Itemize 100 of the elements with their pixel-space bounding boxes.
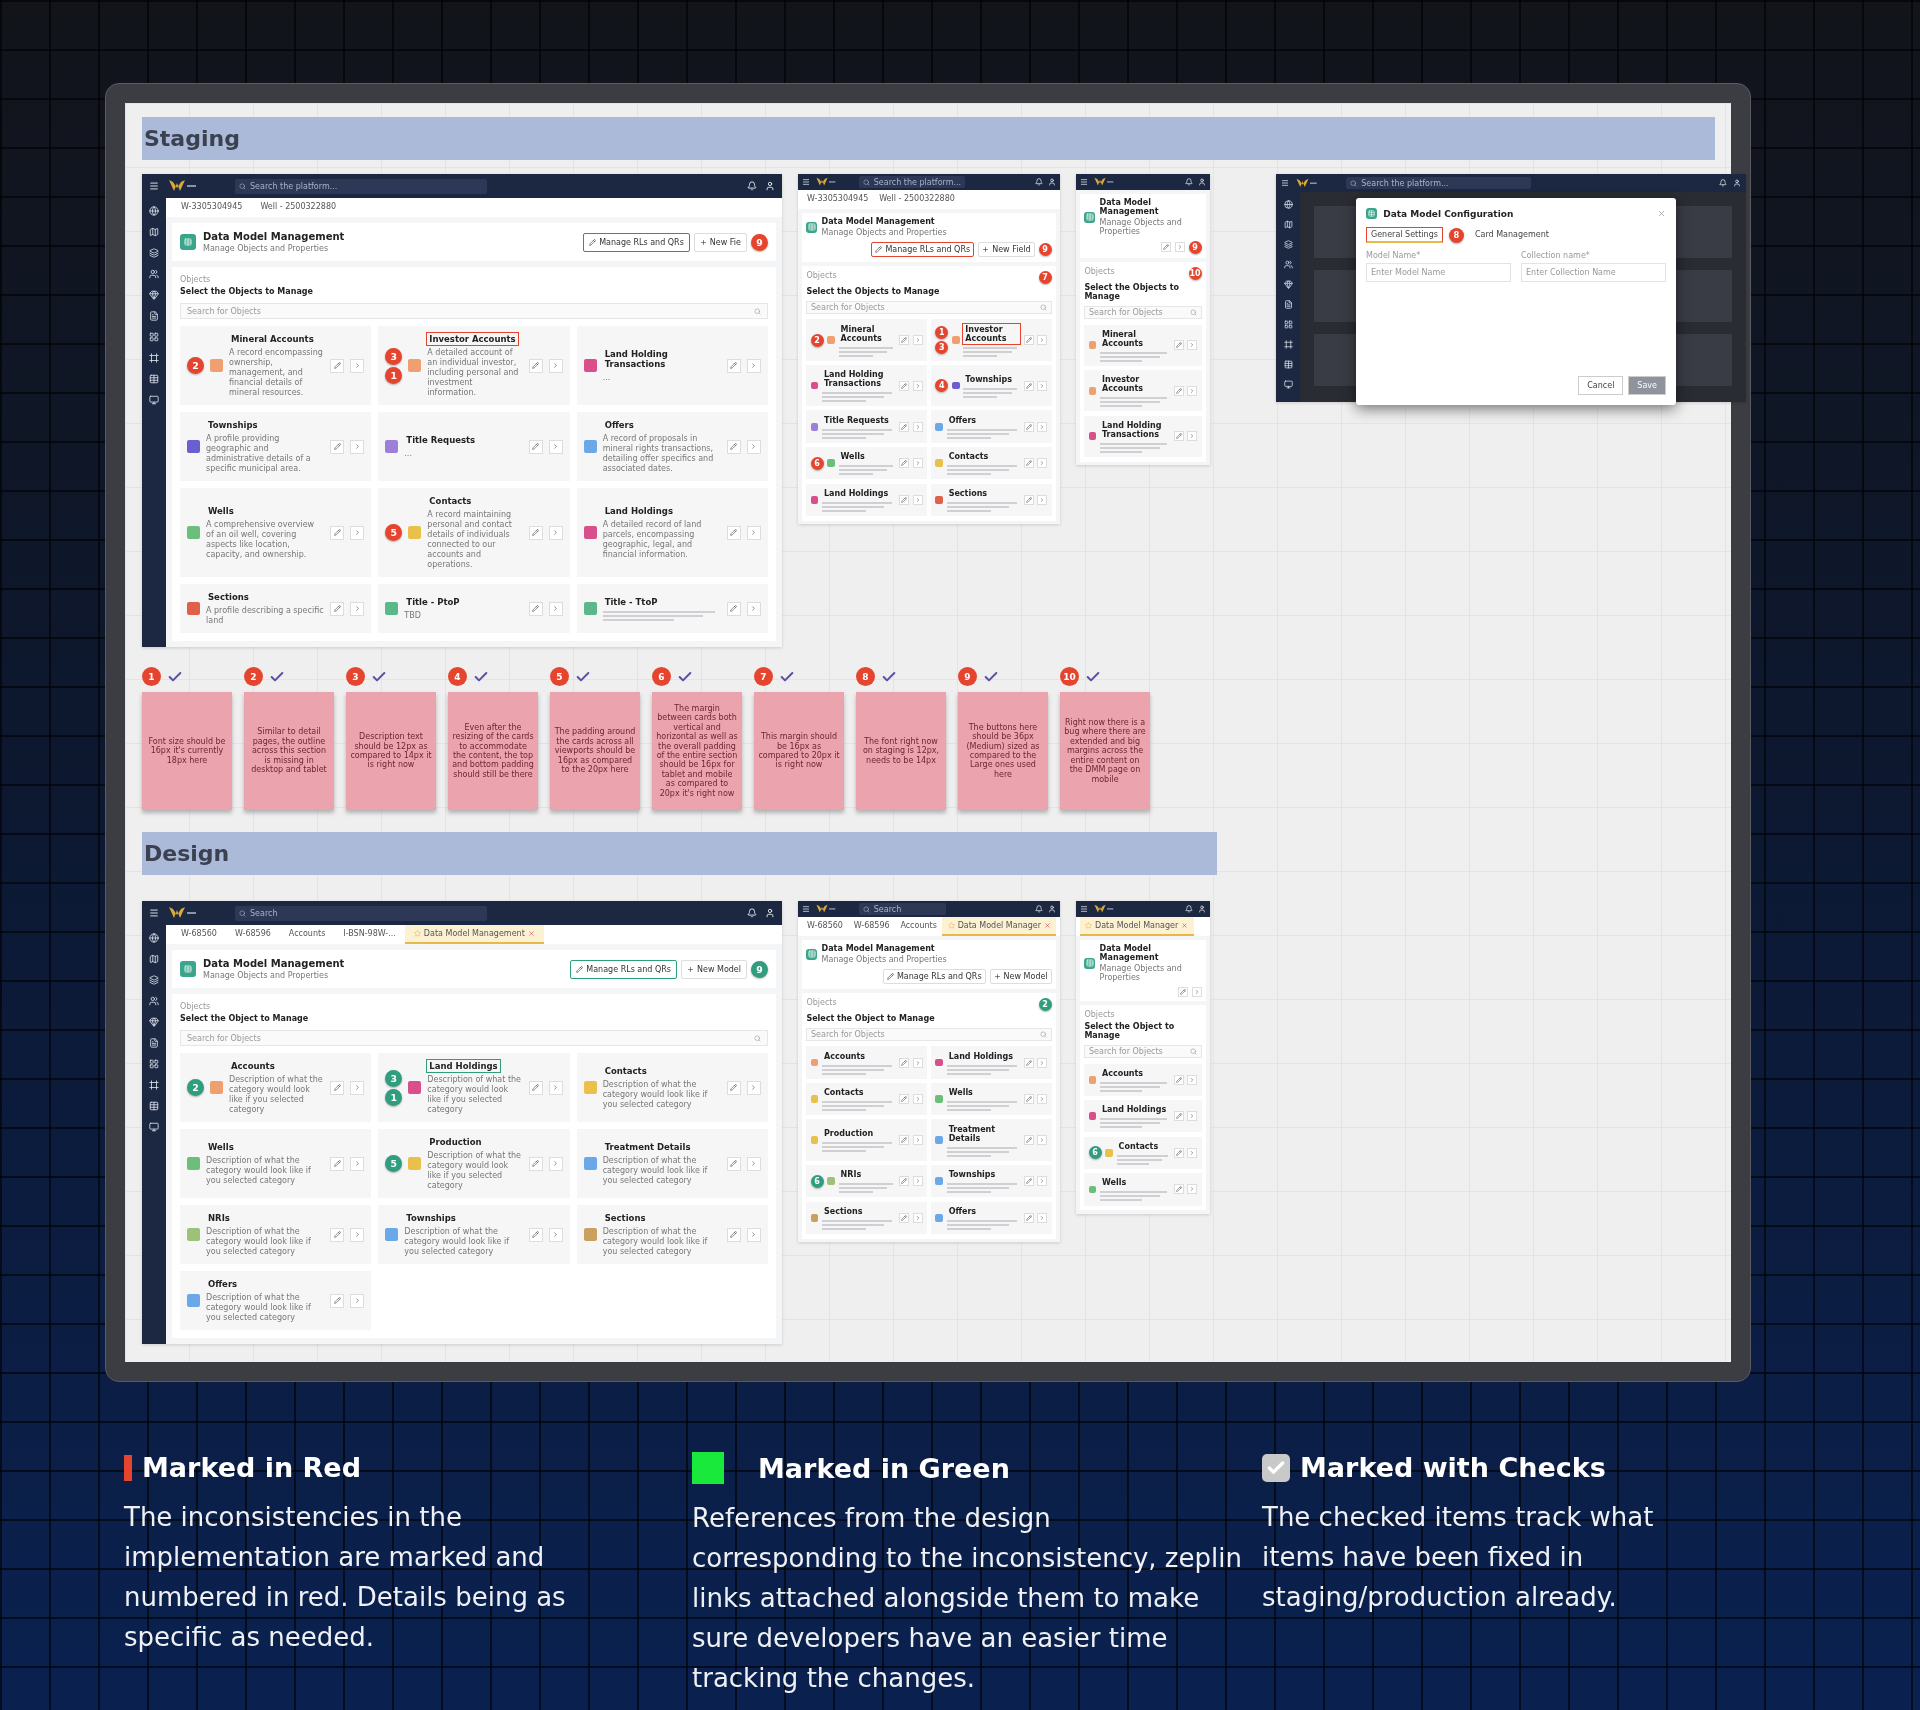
user-avatar-icon[interactable] bbox=[1197, 905, 1206, 913]
edit-button[interactable] bbox=[899, 421, 910, 432]
object-card[interactable]: Sections Description of what the category would look like if you selected category bbox=[576, 1205, 768, 1264]
breadcrumb-tab[interactable]: W-68560 bbox=[801, 917, 849, 936]
object-card[interactable]: 1 3 Investor Accounts bbox=[931, 319, 1052, 361]
edit-button[interactable] bbox=[1023, 1212, 1034, 1223]
edit-button[interactable] bbox=[330, 601, 345, 616]
open-button[interactable] bbox=[1187, 431, 1198, 442]
notification-bell-icon[interactable] bbox=[1035, 905, 1044, 913]
open-button[interactable] bbox=[1037, 1212, 1048, 1223]
action-button[interactable]: Manage RLs and QRs bbox=[583, 232, 690, 252]
notification-bell-icon[interactable] bbox=[1718, 179, 1727, 187]
edit-button[interactable] bbox=[528, 601, 543, 616]
dialog-button[interactable]: Cancel bbox=[1578, 376, 1624, 396]
edit-button[interactable] bbox=[528, 358, 543, 373]
object-card[interactable]: Accounts bbox=[806, 1046, 927, 1079]
edit-button[interactable] bbox=[528, 1156, 543, 1171]
object-card[interactable]: Townships Description of what the category would look like if you selected category bbox=[378, 1205, 570, 1264]
object-card[interactable]: Contacts Description of what the category would look like if you selected category bbox=[576, 1053, 768, 1122]
open-button[interactable] bbox=[747, 1080, 761, 1095]
edit-button[interactable] bbox=[330, 525, 345, 540]
object-card[interactable]: Wells Description of what the category would look like if you selected category bbox=[180, 1129, 372, 1198]
object-card[interactable]: Wells bbox=[931, 1082, 1052, 1116]
open-button[interactable] bbox=[1037, 335, 1048, 345]
breadcrumb-tab[interactable]: I-BSN-98W-... bbox=[334, 925, 405, 944]
open-button[interactable] bbox=[350, 1227, 365, 1242]
open-button[interactable] bbox=[1187, 385, 1198, 396]
object-card[interactable]: Sections bbox=[931, 483, 1052, 516]
document-icon[interactable] bbox=[149, 311, 159, 321]
object-card[interactable]: 6 Wells bbox=[806, 447, 927, 480]
breadcrumb-tab[interactable]: Accounts bbox=[279, 925, 335, 944]
object-card[interactable]: Offers bbox=[931, 1201, 1052, 1234]
edit-button[interactable] bbox=[528, 1080, 543, 1095]
open-button[interactable] bbox=[1037, 1135, 1048, 1146]
edit-button[interactable] bbox=[1173, 1111, 1184, 1122]
object-card[interactable]: Land Holdings bbox=[1084, 1100, 1202, 1133]
object-card[interactable]: Treatment Details Description of what the category would look like if you selected category bbox=[576, 1129, 768, 1198]
edit-button[interactable] bbox=[727, 525, 741, 540]
object-card[interactable]: Offers bbox=[931, 410, 1052, 443]
user-avatar-icon[interactable] bbox=[765, 908, 775, 918]
search-field[interactable]: Search the platform... bbox=[858, 176, 966, 188]
edit-button[interactable] bbox=[1023, 421, 1034, 432]
users-icon[interactable] bbox=[1283, 260, 1293, 269]
object-card[interactable]: Treatment Details bbox=[931, 1119, 1052, 1161]
object-card[interactable]: 5 Contacts A record maintaining personal and contact details of individuals connected to our accounts and operations. bbox=[378, 488, 570, 577]
menu-icon[interactable] bbox=[149, 181, 159, 191]
open-button[interactable] bbox=[1037, 1094, 1048, 1105]
object-card[interactable]: Investor Accounts bbox=[1084, 370, 1202, 412]
edit-button[interactable] bbox=[330, 1227, 345, 1242]
open-button[interactable] bbox=[912, 1176, 923, 1187]
notification-bell-icon[interactable] bbox=[747, 181, 757, 191]
breadcrumb-tab[interactable]: Accounts bbox=[895, 917, 943, 936]
edit-button[interactable] bbox=[899, 335, 910, 345]
globe-icon[interactable] bbox=[149, 933, 159, 943]
edit-button[interactable] bbox=[727, 601, 741, 616]
menu-icon[interactable] bbox=[1080, 905, 1089, 913]
edit-button[interactable] bbox=[727, 1227, 741, 1242]
object-card[interactable]: Land Holding Transactions bbox=[806, 364, 927, 407]
object-card[interactable]: 4 Townships bbox=[931, 364, 1052, 407]
edit-button[interactable] bbox=[899, 1176, 910, 1187]
open-button[interactable] bbox=[350, 525, 365, 540]
object-card[interactable]: Offers A record of proposals in mineral rights transactions, detailing offer specifics and associated dates. bbox=[576, 412, 768, 481]
action-button[interactable]: Manage RLs and QRs bbox=[882, 968, 986, 985]
search-field[interactable]: Search the platform... bbox=[1346, 177, 1531, 189]
open-button[interactable] bbox=[548, 1156, 563, 1171]
edit-button[interactable] bbox=[899, 494, 910, 505]
frame-icon[interactable] bbox=[149, 353, 159, 363]
document-icon[interactable] bbox=[1283, 300, 1293, 309]
object-card[interactable]: Land Holdings bbox=[806, 483, 927, 516]
grid-icon[interactable] bbox=[1283, 320, 1293, 329]
open-button[interactable] bbox=[1037, 1057, 1048, 1068]
open-button[interactable] bbox=[747, 1156, 761, 1171]
breadcrumb-tab[interactable]: Well - 2500322880 bbox=[251, 198, 346, 217]
edit-button[interactable] bbox=[330, 439, 345, 454]
text-input[interactable]: Enter Collection Name bbox=[1521, 263, 1666, 283]
object-card[interactable]: Sections bbox=[806, 1201, 927, 1234]
open-button[interactable] bbox=[747, 358, 761, 373]
open-button[interactable] bbox=[1187, 340, 1198, 351]
edit-button[interactable] bbox=[727, 1080, 741, 1095]
action-button[interactable]: New Model bbox=[989, 968, 1052, 985]
edit-button[interactable] bbox=[1177, 986, 1188, 997]
edit-button[interactable] bbox=[1023, 1057, 1034, 1068]
edit-button[interactable] bbox=[899, 458, 910, 469]
object-card[interactable]: Title Requests ... bbox=[378, 412, 570, 481]
action-button[interactable]: New Field bbox=[978, 241, 1035, 258]
menu-icon[interactable] bbox=[802, 905, 811, 913]
more-button[interactable] bbox=[1191, 986, 1202, 997]
edit-button[interactable] bbox=[1173, 431, 1184, 442]
object-card[interactable]: 2 Accounts Description of what the category would look like if you selected category bbox=[180, 1053, 372, 1122]
edit-button[interactable] bbox=[899, 1094, 910, 1105]
edit-button[interactable] bbox=[899, 1135, 910, 1146]
table-icon[interactable] bbox=[149, 1101, 159, 1111]
edit-button[interactable] bbox=[330, 1293, 345, 1308]
edit-button[interactable] bbox=[899, 380, 910, 391]
edit-button[interactable] bbox=[528, 439, 543, 454]
table-icon[interactable] bbox=[149, 374, 159, 384]
open-button[interactable] bbox=[912, 421, 923, 432]
open-button[interactable] bbox=[1187, 1147, 1198, 1158]
edit-button[interactable] bbox=[330, 358, 345, 373]
breadcrumb-tab[interactable]: W-3305304945 bbox=[172, 198, 252, 217]
